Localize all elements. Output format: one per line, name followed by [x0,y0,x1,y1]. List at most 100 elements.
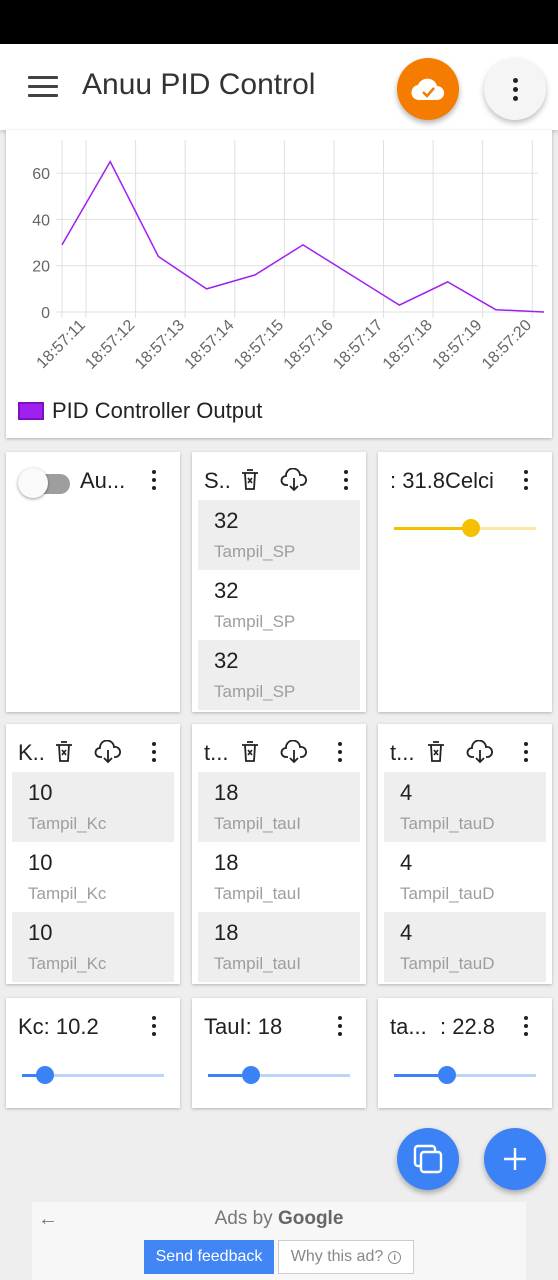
y-tick-label: 0 [41,305,50,322]
delete-box-icon[interactable] [238,468,262,497]
card-title: t... [204,740,229,765]
toggle-thumb [18,468,48,498]
x-tick-label: 18:57:15 [231,317,287,373]
chart-card: 0 20 40 60 18:57:11 18:57:12 18:57:13 18:57:14 1… [6,130,552,438]
value-list: 32 Tampil_SP 32 Tampil_SP 32 Tampil_SP [198,500,360,710]
list-item[interactable]: 18 Tampil_tauI [198,772,360,842]
ad-banner: ← Ads by Google Send feedback Why this a… [32,1202,526,1280]
copy-dashboard-button[interactable] [397,1128,459,1190]
list-item[interactable]: 10 Tampil_Kc [12,772,174,842]
list-item-label: Tampil_tauI [214,814,301,833]
card-title: TauI: 18 [204,1014,283,1039]
list-item-label: Tampil_Kc [28,954,107,973]
auto-toggle-card: Au... [6,452,180,712]
taui-slider[interactable] [208,1065,350,1085]
list-item[interactable]: 4 Tampil_tauD [384,842,546,912]
why-this-ad-button[interactable]: Why this ad? i [278,1240,414,1274]
x-tick-label: 18:57:18 [380,317,436,373]
ads-by-text: Ads by [214,1208,273,1229]
x-tick-label: 18:57:19 [429,317,485,373]
card-menu-icon[interactable] [152,742,156,762]
card-menu-icon[interactable] [524,1016,528,1036]
list-item-label: Tampil_SP [214,612,296,631]
delete-box-icon[interactable] [52,740,76,769]
list-item[interactable]: 18 Tampil_tauI [198,842,360,912]
slider-thumb[interactable] [35,1066,54,1084]
list-item-value: 4 [400,920,413,945]
card-menu-icon[interactable] [152,1016,156,1036]
kc-slider-card: Kc: 10.2 [6,998,180,1108]
card-title: : 31.8Celci [390,468,494,493]
list-item-value: 10 [28,780,53,805]
list-item-value: 18 [214,780,239,805]
why-this-ad-label: Why this ad? [290,1248,384,1265]
card-menu-icon[interactable] [338,1016,342,1036]
x-tick-label: 18:57:20 [479,317,535,373]
x-tick-label: 18:57:16 [281,317,337,373]
list-item-label: Tampil_SP [214,682,296,701]
list-item[interactable]: 32 Tampil_SP [198,570,360,640]
list-item[interactable]: 18 Tampil_tauI [198,912,360,982]
list-item-value: 10 [28,850,53,875]
card-title-value: : 22.8 [440,1014,496,1039]
send-feedback-button[interactable]: Send feedback [144,1240,274,1274]
ads-by-label: Ads by Google [32,1208,526,1230]
cloud-download-icon[interactable] [466,739,494,769]
card-title: K.. [18,740,45,765]
taui-slider-card: TauI: 18 [192,998,366,1108]
slider-fill [394,527,471,530]
list-item-value: 18 [214,850,239,875]
taud-list-card: t... 4 Tampil_tauD 4 Tampil_tauD 4 Tampil_t… [378,724,552,984]
cloud-download-icon[interactable] [280,739,308,769]
cloud-download-icon[interactable] [94,739,122,769]
list-item-value: 18 [214,920,239,945]
app-bar: Anuu PID Control [0,44,558,130]
card-menu-icon[interactable] [152,470,156,490]
status-bar [0,0,558,44]
cloud-sync-button[interactable] [397,58,459,120]
list-item[interactable]: 32 Tampil_SP [198,640,360,710]
slider-thumb[interactable] [461,519,480,537]
delete-box-icon[interactable] [424,740,448,769]
x-tick-label: 18:57:14 [182,317,238,373]
y-tick-label: 20 [32,259,50,276]
list-item[interactable]: 4 Tampil_tauD [384,772,546,842]
chart-legend[interactable]: PID Controller Output [18,398,262,424]
list-item-value: 32 [214,508,239,533]
slider-thumb[interactable] [241,1066,260,1084]
more-options-button[interactable] [484,58,546,120]
list-item[interactable]: 10 Tampil_Kc [12,842,174,912]
list-item[interactable]: 4 Tampil_tauD [384,912,546,982]
auto-toggle[interactable] [18,468,74,498]
card-menu-icon[interactable] [344,470,348,490]
card-title: S.. [204,468,231,493]
list-item-label: Tampil_tauD [400,954,495,973]
y-tick-label: 60 [32,166,50,183]
app-title: Anuu PID Control [82,68,316,101]
card-menu-icon[interactable] [524,742,528,762]
value-list: 4 Tampil_tauD 4 Tampil_tauD 4 Tampil_tauD [384,772,546,982]
taud-slider[interactable] [394,1065,536,1085]
x-tick-label: 18:57:11 [34,317,89,372]
cloud-download-icon[interactable] [280,467,308,497]
list-item[interactable]: 32 Tampil_SP [198,500,360,570]
value-list: 18 Tampil_tauI 18 Tampil_tauI 18 Tampil_tau… [198,772,360,982]
list-item-label: Tampil_tauI [214,954,301,973]
info-icon: i [388,1250,402,1264]
delete-box-icon[interactable] [238,740,262,769]
slider-thumb[interactable] [437,1066,456,1084]
add-widget-button[interactable] [484,1128,546,1190]
card-menu-icon[interactable] [338,742,342,762]
cloud-check-icon [411,78,444,101]
menu-icon[interactable] [28,76,58,98]
list-item-label: Tampil_Kc [28,884,107,903]
list-item-value: 10 [28,920,53,945]
card-title: Kc: 10.2 [18,1014,99,1039]
card-menu-icon[interactable] [524,470,528,490]
taud-slider-card: ta... : 22.8 [378,998,552,1108]
list-item[interactable]: 10 Tampil_Kc [12,912,174,982]
kc-slider[interactable] [22,1065,164,1085]
ads-brand: Google [277,1208,344,1229]
temperature-slider[interactable] [394,518,536,538]
list-item-label: Tampil_SP [214,542,296,561]
